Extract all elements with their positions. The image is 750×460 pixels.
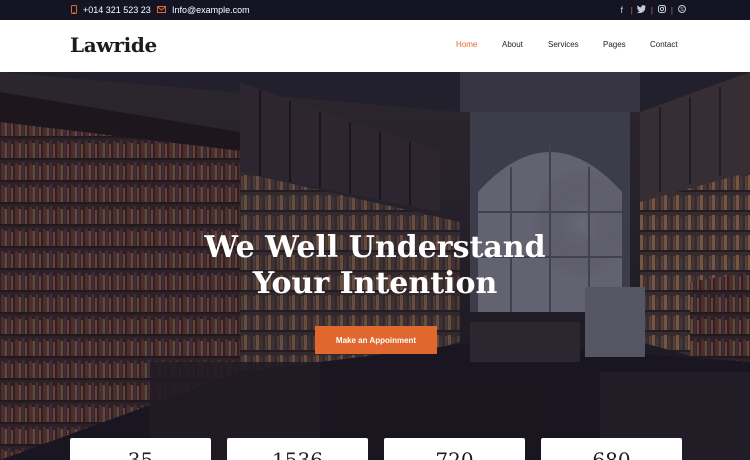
nav-contact[interactable]: Contact <box>650 40 678 49</box>
stat-card: 1536 <box>227 438 368 460</box>
twitter-icon[interactable] <box>636 5 648 15</box>
skype-icon[interactable]: S <box>676 5 688 15</box>
social-divider: | <box>670 5 673 15</box>
hero-headline-line1: We Well Understand <box>204 230 546 265</box>
top-bar: +014 321 523 23 Info@example.com f | | |… <box>0 0 750 20</box>
stat-value: 680 <box>592 448 631 460</box>
make-appointment-button[interactable]: Make an Appoinment <box>315 326 437 354</box>
hero-section: We Well Understand Your Intention Make a… <box>0 72 750 460</box>
stat-card: 35 <box>70 438 211 460</box>
nav-pages[interactable]: Pages <box>603 40 626 49</box>
instagram-icon[interactable] <box>656 5 668 15</box>
stat-value: 720 <box>435 448 474 460</box>
stat-card: 720 <box>384 438 525 460</box>
social-divider: | <box>630 5 633 15</box>
stat-value: 1536 <box>272 448 323 460</box>
stat-card: 680 <box>541 438 682 460</box>
phone-number: +014 321 523 23 <box>83 5 151 15</box>
email-address: Info@example.com <box>172 5 250 15</box>
facebook-icon[interactable]: f <box>616 5 628 15</box>
phone-icon <box>71 4 77 16</box>
email-contact[interactable]: Info@example.com <box>157 0 250 20</box>
nav-home[interactable]: Home <box>456 40 477 49</box>
site-header: Lawride Home About Services Pages Contac… <box>0 20 750 72</box>
nav-services[interactable]: Services <box>548 40 579 49</box>
nav-about[interactable]: About <box>502 40 523 49</box>
logo[interactable]: Lawride <box>70 33 157 57</box>
mail-icon <box>157 5 166 15</box>
phone-contact[interactable]: +014 321 523 23 <box>71 0 151 20</box>
stat-value: 35 <box>127 448 154 460</box>
svg-text:S: S <box>680 7 684 13</box>
social-divider: | <box>650 5 653 15</box>
social-links: f | | | S <box>616 0 688 20</box>
hero-headline-line2: Your Intention <box>252 266 498 301</box>
